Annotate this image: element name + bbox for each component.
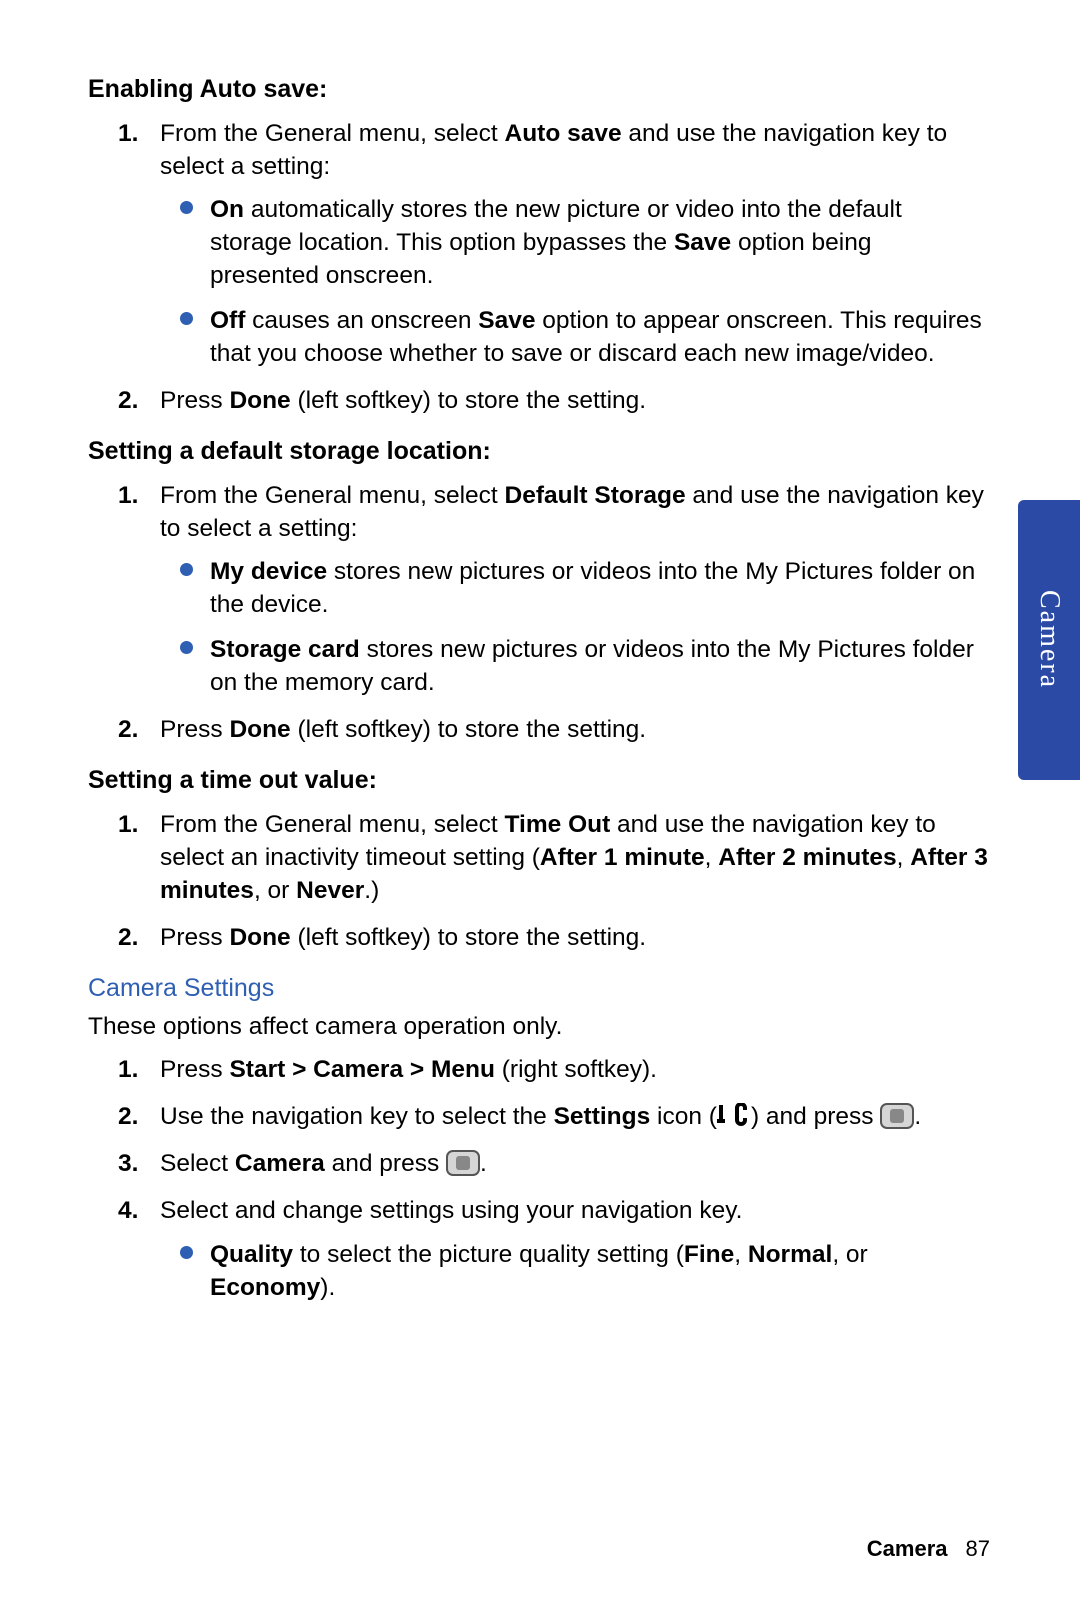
step-text: Press (160, 1056, 229, 1083)
sep: , or (254, 877, 296, 904)
auto-save-options: On automatically stores the new picture … (160, 193, 992, 370)
heading-camera-settings: Camera Settings (88, 972, 992, 1006)
step-text: Press (160, 716, 229, 743)
step-text: (left softkey) to store the setting. (291, 387, 646, 414)
quality-normal: Normal (748, 1241, 832, 1268)
step-number: 3. (118, 1147, 138, 1180)
option-my-device: My device (210, 558, 327, 585)
settings-tools-icon (717, 1103, 751, 1129)
step-text: . (914, 1103, 921, 1130)
chapter-tab-label: Camera (1030, 590, 1068, 689)
footer-section: Camera (867, 1536, 948, 1561)
step-number: 4. (118, 1194, 138, 1227)
heading-timeout: Setting a time out value: (88, 764, 992, 798)
step-text: and press (325, 1150, 446, 1177)
camera-quality-options: Quality to select the picture quality se… (160, 1238, 992, 1304)
camera-settings-intro: These options affect camera operation on… (88, 1010, 992, 1043)
option-text: to select the picture quality setting ( (293, 1241, 684, 1268)
default-storage-steps: 1. From the General menu, select Default… (88, 479, 992, 746)
option-off: Off (210, 307, 245, 334)
storage-options: My device stores new pictures or videos … (160, 555, 992, 699)
term-done: Done (229, 387, 290, 414)
list-item: My device stores new pictures or videos … (210, 555, 992, 621)
list-item: 3. Select Camera and press . (160, 1147, 992, 1180)
sep: , (705, 844, 719, 871)
term-default-storage: Default Storage (505, 482, 686, 509)
opt-1min: After 1 minute (540, 844, 705, 871)
heading-auto-save: Enabling Auto save: (88, 73, 992, 107)
step-text: (left softkey) to store the setting. (291, 716, 646, 743)
auto-save-steps: 1. From the General menu, select Auto sa… (88, 117, 992, 418)
list-item: 4. Select and change settings using your… (160, 1194, 992, 1303)
option-on: On (210, 196, 244, 223)
step-text: Select (160, 1150, 235, 1177)
step-text: Select and change settings using your na… (160, 1197, 742, 1224)
term-settings: Settings (554, 1103, 651, 1130)
list-item: 1. Press Start > Camera > Menu (right so… (160, 1053, 992, 1086)
camera-settings-steps: 1. Press Start > Camera > Menu (right so… (88, 1053, 992, 1303)
term-auto-save: Auto save (505, 120, 622, 147)
step-number: 1. (118, 479, 138, 512)
step-text: icon ( (650, 1103, 717, 1130)
list-item: 1. From the General menu, select Time Ou… (160, 808, 992, 907)
ok-key-icon (446, 1150, 480, 1176)
step-number: 1. (118, 808, 138, 841)
term-time-out: Time Out (505, 811, 611, 838)
list-item: On automatically stores the new picture … (210, 193, 992, 292)
list-item: 2. Press Done (left softkey) to store th… (160, 713, 992, 746)
manual-page: Enabling Auto save: 1. From the General … (0, 0, 1080, 1304)
step-number: 2. (118, 713, 138, 746)
step-number: 1. (118, 117, 138, 150)
list-item: 1. From the General menu, select Default… (160, 479, 992, 699)
step-text: (right softkey). (495, 1056, 657, 1083)
list-item: 1. From the General menu, select Auto sa… (160, 117, 992, 370)
footer-page-number: 87 (966, 1536, 990, 1561)
term-done: Done (229, 924, 290, 951)
list-item: 2. Press Done (left softkey) to store th… (160, 921, 992, 954)
quality-economy: Economy (210, 1274, 320, 1301)
step-number: 2. (118, 1100, 138, 1133)
step-text: . (480, 1150, 487, 1177)
timeout-steps: 1. From the General menu, select Time Ou… (88, 808, 992, 954)
step-text: From the General menu, select (160, 120, 505, 147)
list-item: Off causes an onscreen Save option to ap… (210, 304, 992, 370)
step-text: From the General menu, select (160, 482, 505, 509)
option-text: ). (320, 1274, 335, 1301)
option-storage-card: Storage card (210, 636, 360, 663)
path-start-camera-menu: Start > Camera > Menu (229, 1056, 495, 1083)
term-camera: Camera (235, 1150, 325, 1177)
step-text: Press (160, 924, 229, 951)
opt-2min: After 2 minutes (718, 844, 896, 871)
step-text: .) (364, 877, 379, 904)
sep: , (734, 1241, 748, 1268)
opt-never: Never (296, 877, 364, 904)
term-save: Save (478, 307, 535, 334)
term-done: Done (229, 716, 290, 743)
step-text: (left softkey) to store the setting. (291, 924, 646, 951)
sep: , or (832, 1241, 867, 1268)
step-number: 1. (118, 1053, 138, 1086)
chapter-tab: Camera (1018, 500, 1080, 780)
sep: , (897, 844, 911, 871)
list-item: Storage card stores new pictures or vide… (210, 633, 992, 699)
heading-default-storage: Setting a default storage location: (88, 435, 992, 469)
list-item: 2. Use the navigation key to select the … (160, 1100, 992, 1133)
step-text: Press (160, 387, 229, 414)
list-item: Quality to select the picture quality se… (210, 1238, 992, 1304)
quality-fine: Fine (684, 1241, 734, 1268)
step-text: ) and press (751, 1103, 880, 1130)
page-footer: Camera 87 (867, 1534, 990, 1564)
option-quality: Quality (210, 1241, 293, 1268)
list-item: 2. Press Done (left softkey) to store th… (160, 384, 992, 417)
step-text: From the General menu, select (160, 811, 505, 838)
term-save: Save (674, 229, 731, 256)
step-number: 2. (118, 384, 138, 417)
ok-key-icon (880, 1103, 914, 1129)
step-number: 2. (118, 921, 138, 954)
option-text: causes an onscreen (245, 307, 478, 334)
step-text: Use the navigation key to select the (160, 1103, 554, 1130)
